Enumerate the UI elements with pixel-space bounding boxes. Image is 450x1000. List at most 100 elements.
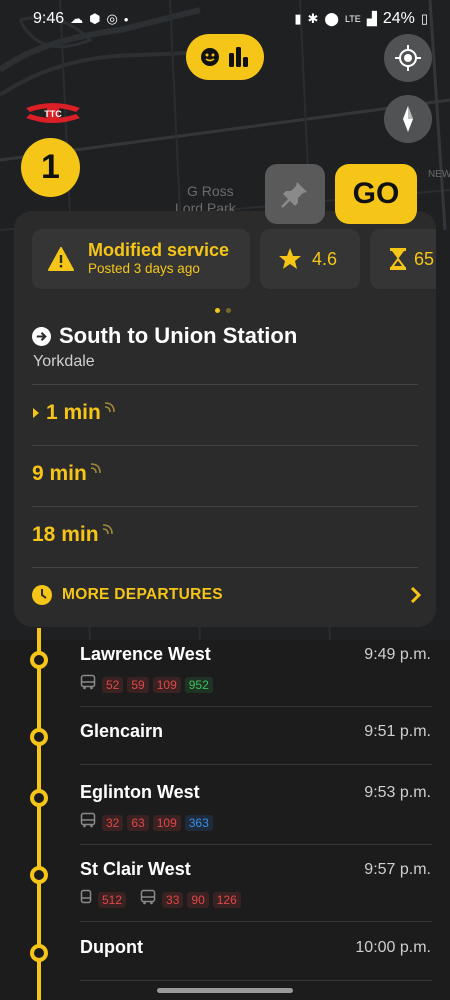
stop-time: 9:57 p.m. [364,861,431,878]
hourglass-icon [390,248,406,270]
svg-text:TTC: TTC [44,109,62,119]
stop-dot [30,651,48,669]
battery-saver-icon: ▮ [294,11,302,26]
divider [32,384,418,385]
route-badge: 59 [127,676,149,693]
alert-subtitle: Posted 3 days ago [88,261,200,276]
pin-button[interactable] [265,164,325,224]
route-badge: 363 [184,814,213,831]
route-badge: 33 [162,891,184,908]
map-label-park-line1: G Ross [187,183,234,199]
service-alert-chip[interactable]: Modified service Posted 3 days ago [32,229,250,289]
line-number-badge: 1 [21,138,80,197]
bus-icon [80,812,96,833]
route-badge: 52 [102,676,124,693]
info-chips[interactable]: Modified service Posted 3 days ago 4.6 6… [32,229,436,289]
departure-row[interactable]: 9 min [32,462,103,486]
star-icon [279,248,301,269]
map-label-new: NEW [428,169,450,180]
more-departures-button[interactable]: MORE DEPARTURES [32,585,422,605]
dot-icon: • [123,11,129,27]
route-badge: 32 [102,814,124,831]
pin-icon [281,182,307,208]
chevron-right-icon [410,587,422,603]
home-indicator[interactable] [157,988,293,993]
departure-time: 18 min [32,523,99,546]
departure-time: 9 min [32,462,87,485]
page-dots [215,308,231,313]
cloud-icon: ☁ [70,11,84,26]
bluetooth-icon: ✱ [307,11,319,26]
stop-list[interactable]: Lawrence West 9:49 p.m. 52 59 109 952 Glencair… [0,628,450,1000]
wait-chip[interactable]: 65 [370,229,436,289]
whatsapp-icon: ◎ [106,11,118,26]
more-departures-label: MORE DEPARTURES [62,586,223,603]
stop-name: Eglinton West [80,782,200,802]
connecting-routes: 52 59 109 952 [80,674,213,695]
wait-value: 65 [414,248,435,269]
realtime-icon [90,463,101,474]
departure-row[interactable]: 18 min [32,523,115,547]
bus-icon [140,889,156,910]
app-icon: ⬢ [89,11,101,26]
direction-header: South to Union Station [32,323,297,349]
stop-name: Dupont [80,937,143,957]
realtime-icon [102,524,113,535]
rating-chip[interactable]: 4.6 [260,229,360,289]
location-icon: ⬤ [324,11,339,26]
stop-name: Glencairn [80,721,164,741]
route-badge: 952 [184,676,213,693]
station-name: Yorkdale [33,353,95,370]
route-badge: 109 [152,676,181,693]
stop-name: St Clair West [80,859,191,879]
tram-icon [80,889,92,910]
route-badge: 512 [98,891,127,908]
route-badge: 90 [187,891,209,908]
go-button[interactable]: GO [335,164,417,224]
stop-time: 9:51 p.m. [364,723,431,740]
page-dot-active [215,308,220,313]
ttc-logo: TTC [24,100,82,131]
alert-title: Modified service [88,240,230,260]
network-type: LTE [344,14,361,24]
stop-dot [30,789,48,807]
route-badge: 126 [212,891,241,908]
divider [32,506,418,507]
direction-label: South to Union Station [59,323,298,348]
stop-divider [80,921,432,922]
departure-row[interactable]: 1 min [32,401,117,425]
stop-time: 9:49 p.m. [364,646,431,663]
warning-icon [48,247,74,271]
stop-time: 10:00 p.m. [355,939,431,956]
stop-divider [80,764,432,765]
compass-button[interactable] [384,95,432,143]
connecting-routes: 512 33 90 126 [80,889,241,910]
feedback-button[interactable] [186,34,264,80]
smiley-icon [201,48,219,66]
stop-dot [30,728,48,746]
locate-button[interactable] [384,34,432,82]
rating-value: 4.6 [312,248,338,269]
status-time: 9:46 [33,10,65,27]
bus-icon [80,674,96,695]
stop-dot [30,944,48,962]
page-dot [226,308,231,313]
signal-icon: ▟ [366,11,377,26]
clock-icon [32,585,52,605]
divider [32,567,418,568]
battery-percent: 24% [382,10,415,27]
connecting-routes: 32 63 109 363 [80,812,213,833]
realtime-icon [104,402,115,413]
status-bar: 9:46 ☁ ⬢ ◎ • ▮ ✱ ⬤ LTE ▟ 24% ▯ [0,0,450,38]
stop-divider [80,980,432,981]
next-departure-indicator-icon [33,408,39,418]
divider [32,445,418,446]
route-badge: 63 [127,814,149,831]
arrow-right-circle-icon [32,326,51,346]
departure-time: 1 min [46,401,101,424]
battery-icon: ▯ [420,11,428,26]
route-badge: 109 [152,814,181,831]
stop-name: Lawrence West [80,644,211,664]
bar-chart-icon [229,47,248,67]
stop-divider [80,706,432,707]
